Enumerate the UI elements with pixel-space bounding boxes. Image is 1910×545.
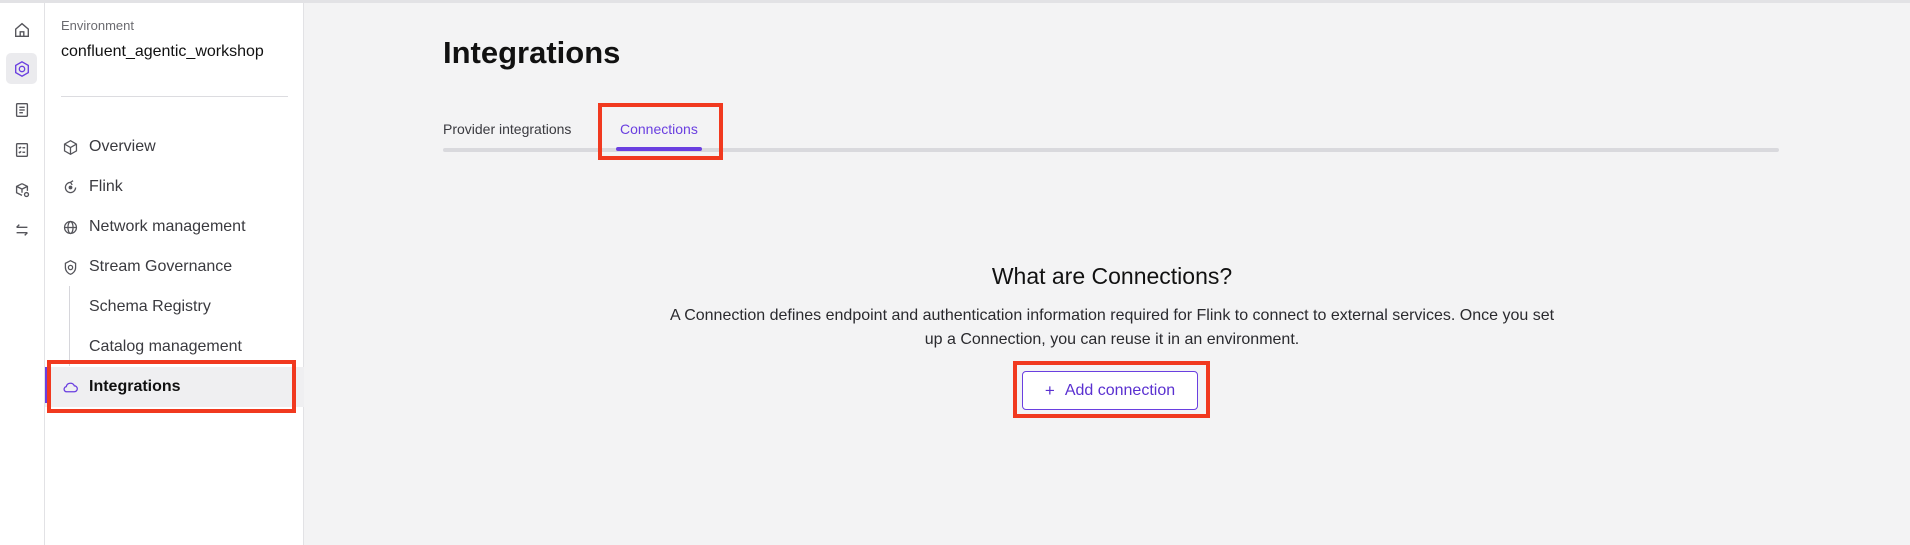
- sidebar-item-label: Stream Governance: [89, 258, 233, 275]
- add-connection-label: Add connection: [1064, 381, 1176, 399]
- plus-icon: +: [1044, 380, 1055, 400]
- sidebar-item-label: Schema Registry: [89, 298, 211, 315]
- sidebar-item-network-management[interactable]: Network management: [45, 207, 304, 247]
- add-connection-button[interactable]: + Add connection: [1022, 371, 1198, 410]
- environment-icon[interactable]: [6, 53, 37, 84]
- sidebar-item-overview[interactable]: Overview: [45, 127, 304, 167]
- page-title: Integrations: [443, 35, 621, 70]
- sidebar-item-label: Overview: [89, 138, 156, 155]
- environment-label: Environment: [61, 18, 134, 33]
- empty-state-description-line-1: A Connection defines endpoint and authen…: [669, 307, 1555, 324]
- sidebar-item-label: Network management: [89, 218, 246, 235]
- flink-icon: [61, 178, 79, 196]
- icon-rail: [0, 0, 45, 545]
- sidebar-item-flink[interactable]: Flink: [45, 167, 304, 207]
- secondary-sidebar: Environment confluent_agentic_workshop O…: [45, 0, 304, 545]
- sidebar-item-label: Flink: [89, 178, 123, 195]
- tab-connections[interactable]: Connections: [620, 121, 698, 137]
- shield-icon: [61, 258, 79, 276]
- sidebar-item-label: Integrations: [89, 378, 181, 395]
- globe-icon: [61, 218, 79, 236]
- swap-arrows-icon[interactable]: [6, 214, 37, 245]
- document-icon[interactable]: [6, 94, 37, 125]
- sidebar-item-schema-registry[interactable]: Schema Registry: [45, 287, 304, 327]
- empty-state-description-line-2: up a Connection, you can reuse it in an …: [924, 331, 1300, 348]
- checklist-icon[interactable]: [6, 134, 37, 165]
- cube-icon: [61, 138, 79, 156]
- environment-name[interactable]: confluent_agentic_workshop: [61, 43, 264, 61]
- cube-cluster-icon[interactable]: [6, 174, 37, 205]
- main-content: Integrations Provider integrations Conne…: [304, 3, 1910, 545]
- empty-state-heading: What are Connections?: [991, 263, 1233, 289]
- sidebar-divider: [61, 96, 288, 97]
- active-tab-underline: [616, 147, 702, 151]
- empty-state: What are Connections? A Connection defin…: [643, 263, 1581, 352]
- cloud-icon: [61, 378, 79, 396]
- tab-bar: Provider integrations Connections: [443, 115, 1779, 155]
- home-icon[interactable]: [6, 14, 37, 45]
- sidebar-item-catalog-management[interactable]: Catalog management: [45, 327, 304, 367]
- sidebar-item-label: Catalog management: [89, 338, 242, 355]
- selected-indicator: [45, 367, 49, 403]
- tab-provider-integrations[interactable]: Provider integrations: [443, 121, 571, 137]
- sidebar-item-stream-governance[interactable]: Stream Governance: [45, 247, 304, 287]
- sidebar-item-integrations[interactable]: Integrations: [45, 367, 304, 407]
